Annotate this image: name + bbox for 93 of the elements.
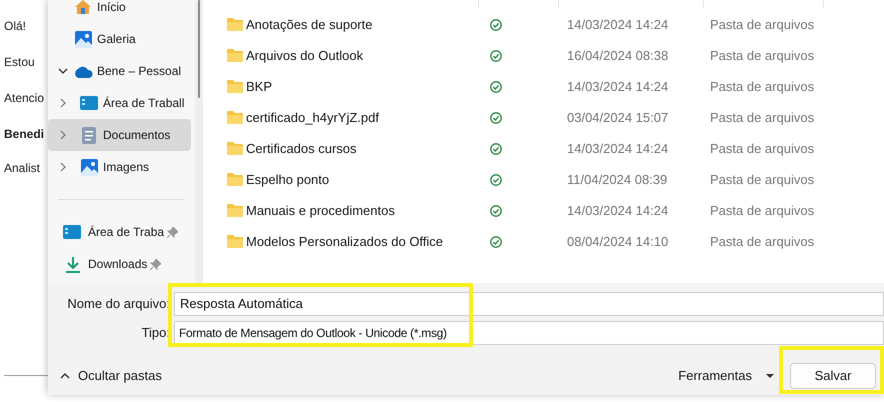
folder-icon — [227, 18, 243, 31]
nav-item[interactable]: Downloads — [48, 248, 195, 280]
file-name: Modelos Personalizados do Office — [246, 232, 444, 251]
hide-folders-button[interactable]: Ocultar pastas — [60, 366, 162, 386]
file-name: Anotações de suporte — [246, 16, 372, 34]
chevron-down-icon[interactable] — [58, 68, 68, 74]
type-cell-text: Pasta de arquivos — [710, 16, 814, 34]
date-cell-text: 14/03/2024 14:24 — [567, 16, 670, 34]
file-name: Arquivos do Outlook — [246, 46, 364, 65]
chevron-right-icon[interactable] — [60, 162, 66, 172]
file-row[interactable]: Arquivos do Outlook 16/04/2024 08:38 Pasta de arquivos — [227, 40, 884, 71]
date-cell-text: 16/04/2024 08:38 — [567, 46, 670, 65]
synced-check-icon — [490, 142, 502, 154]
file-row[interactable]: Espelho ponto 11/04/2024 08:39 Pasta de arquivos — [227, 164, 884, 195]
folder-icon — [227, 173, 243, 186]
nav-label: Área de Traba — [88, 224, 164, 241]
email-text: Benedi — [4, 127, 44, 141]
synced-check-icon — [490, 236, 502, 248]
scrollbar[interactable] — [195, 0, 203, 283]
filename-field[interactable]: Resposta Automática — [174, 292, 884, 316]
file-name: Certificados cursos — [246, 140, 357, 158]
type-cell-text: Pasta de arquivos — [710, 46, 814, 65]
file-name: Manuais e procedimentos — [246, 202, 395, 220]
file-name: certificado_h4yrYjZ.pdf — [246, 108, 379, 127]
date-cell-text: 11/04/2024 08:39 — [567, 170, 668, 189]
home-icon — [74, 0, 92, 15]
chevron-up-icon — [60, 373, 70, 379]
filename-label: Nome do arquivo: — [66, 295, 170, 314]
cloud-icon — [73, 64, 93, 78]
chevron-right-icon[interactable] — [60, 98, 66, 108]
date-cell-text: 03/04/2024 15:07 — [567, 108, 670, 127]
chevron-right-icon[interactable] — [60, 130, 66, 140]
nav-label: Início — [97, 0, 126, 16]
nav-item[interactable]: Área de Traba — [48, 216, 195, 248]
nav-item[interactable]: Bene – Pessoal — [48, 55, 191, 87]
folder-icon — [227, 235, 243, 248]
file-row[interactable]: Manuais e procedimentos 14/03/2024 14:24 Pasta de arquivos — [227, 195, 884, 226]
date-cell-text: 14/03/2024 14:24 — [567, 140, 670, 158]
folder-icon — [227, 80, 243, 93]
nav-item[interactable]: Área de Traball — [48, 87, 191, 119]
file-row[interactable]: Anotações de suporte 14/03/2024 14:24 Pasta de arquivos — [227, 9, 884, 40]
caret-icon — [766, 374, 774, 378]
picture-icon — [74, 30, 92, 48]
nav-item[interactable]: Início — [48, 0, 191, 23]
download-icon — [65, 256, 81, 272]
folder-icon — [227, 49, 243, 62]
type-cell-text: Pasta de arquivos — [710, 108, 814, 127]
folder-icon — [227, 204, 243, 217]
synced-check-icon — [490, 174, 502, 186]
date-cell-text: 14/03/2024 14:24 — [567, 202, 670, 220]
type-label: Tipo: — [140, 324, 170, 342]
nav-item[interactable]: Documentos — [48, 119, 191, 151]
file-name: Espelho ponto — [246, 170, 330, 189]
nav-label: Documentos — [103, 127, 170, 144]
synced-check-icon — [490, 50, 502, 62]
synced-check-icon — [490, 204, 502, 216]
email-text: Estou — [4, 55, 35, 69]
type-cell-text: Pasta de arquivos — [710, 78, 814, 96]
file-name: BKP — [246, 78, 272, 96]
date-cell-text: 08/04/2024 14:10 — [567, 232, 670, 251]
pin-icon[interactable] — [167, 226, 178, 238]
file-row[interactable]: Modelos Personalizados do Office 08/04/2024 14:10 Pasta de arquivos — [227, 226, 884, 257]
tools-dropdown[interactable]: Ferramentas — [678, 366, 774, 386]
nav-label: Galeria — [97, 31, 136, 48]
type-cell-text: Pasta de arquivos — [710, 140, 814, 158]
nav-item[interactable]: Galeria — [48, 23, 191, 55]
synced-check-icon — [490, 80, 502, 92]
nav-label: Downloads — [88, 256, 148, 273]
file-row[interactable]: certificado_h4yrYjZ.pdf 03/04/2024 15:07 Pasta de arquivos — [227, 102, 884, 133]
type-dropdown[interactable]: Formato de Mensagem do Outlook - Unicode (*.msg) — [174, 321, 884, 345]
email-text: Olá! — [4, 19, 26, 33]
picture-icon — [80, 158, 98, 176]
type-cell-text: Pasta de arquivos — [710, 202, 814, 220]
email-text: Analist — [4, 161, 40, 175]
nav-label: Imagens — [103, 159, 150, 176]
folder-icon — [227, 142, 243, 155]
type-cell-text: Pasta de arquivos — [710, 170, 814, 189]
document-icon — [82, 126, 96, 144]
nav-label: Área de Traball — [103, 95, 184, 112]
email-text: Atencio — [4, 91, 44, 105]
pin-icon[interactable] — [150, 258, 162, 270]
nav-item[interactable]: Imagens — [48, 151, 191, 183]
file-row[interactable]: BKP 14/03/2024 14:24 Pasta de arquivos — [227, 71, 884, 102]
save-button[interactable]: Salvar — [790, 363, 876, 389]
desktop-icon — [63, 225, 81, 239]
nav-label: Bene – Pessoal — [97, 63, 182, 80]
type-cell-text: Pasta de arquivos — [710, 232, 814, 251]
synced-check-icon — [490, 18, 502, 30]
synced-check-icon — [490, 112, 502, 124]
date-cell-text: 14/03/2024 14:24 — [567, 78, 670, 96]
folder-icon — [227, 111, 243, 124]
file-row[interactable]: Certificados cursos 14/03/2024 14:24 Pasta de arquivos — [227, 133, 884, 164]
desktop-icon — [80, 96, 98, 110]
